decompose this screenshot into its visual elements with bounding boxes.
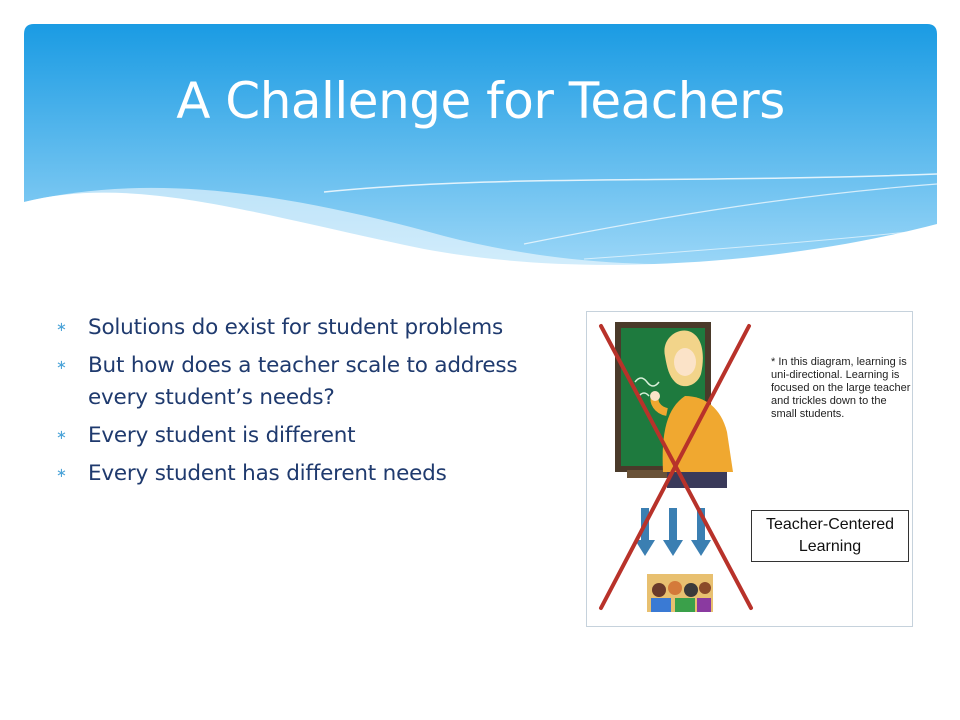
asterisk-bullet-icon: ∗ — [56, 466, 67, 481]
teacher-centered-label: Teacher-Centered Learning — [751, 510, 909, 562]
wave-background — [24, 24, 937, 274]
bullet-text: Every student has different needs — [88, 461, 447, 486]
asterisk-bullet-icon: ∗ — [56, 358, 67, 373]
bullet-item: ∗ But how does a teacher scale to addres… — [56, 350, 556, 414]
bullet-text: Every student is different — [88, 423, 356, 448]
teacher-centered-diagram: * In this diagram, learning is uni-direc… — [586, 311, 913, 627]
asterisk-bullet-icon: ∗ — [56, 320, 67, 335]
title-banner: A Challenge for Teachers — [24, 24, 937, 274]
bullet-item: ∗ Every student has different needs — [56, 458, 556, 490]
bullet-text: But how does a teacher scale to address … — [88, 353, 518, 410]
bullet-text: Solutions do exist for student problems — [88, 315, 504, 340]
students-icon — [647, 574, 713, 612]
slide-title: A Challenge for Teachers — [176, 72, 785, 130]
asterisk-bullet-icon: ∗ — [56, 428, 67, 443]
bullet-item: ∗ Solutions do exist for student problem… — [56, 312, 556, 344]
bullet-item: ∗ Every student is different — [56, 420, 556, 452]
bullet-list: ∗ Solutions do exist for student problem… — [56, 312, 556, 496]
diagram-note: * In this diagram, learning is uni-direc… — [771, 356, 911, 420]
